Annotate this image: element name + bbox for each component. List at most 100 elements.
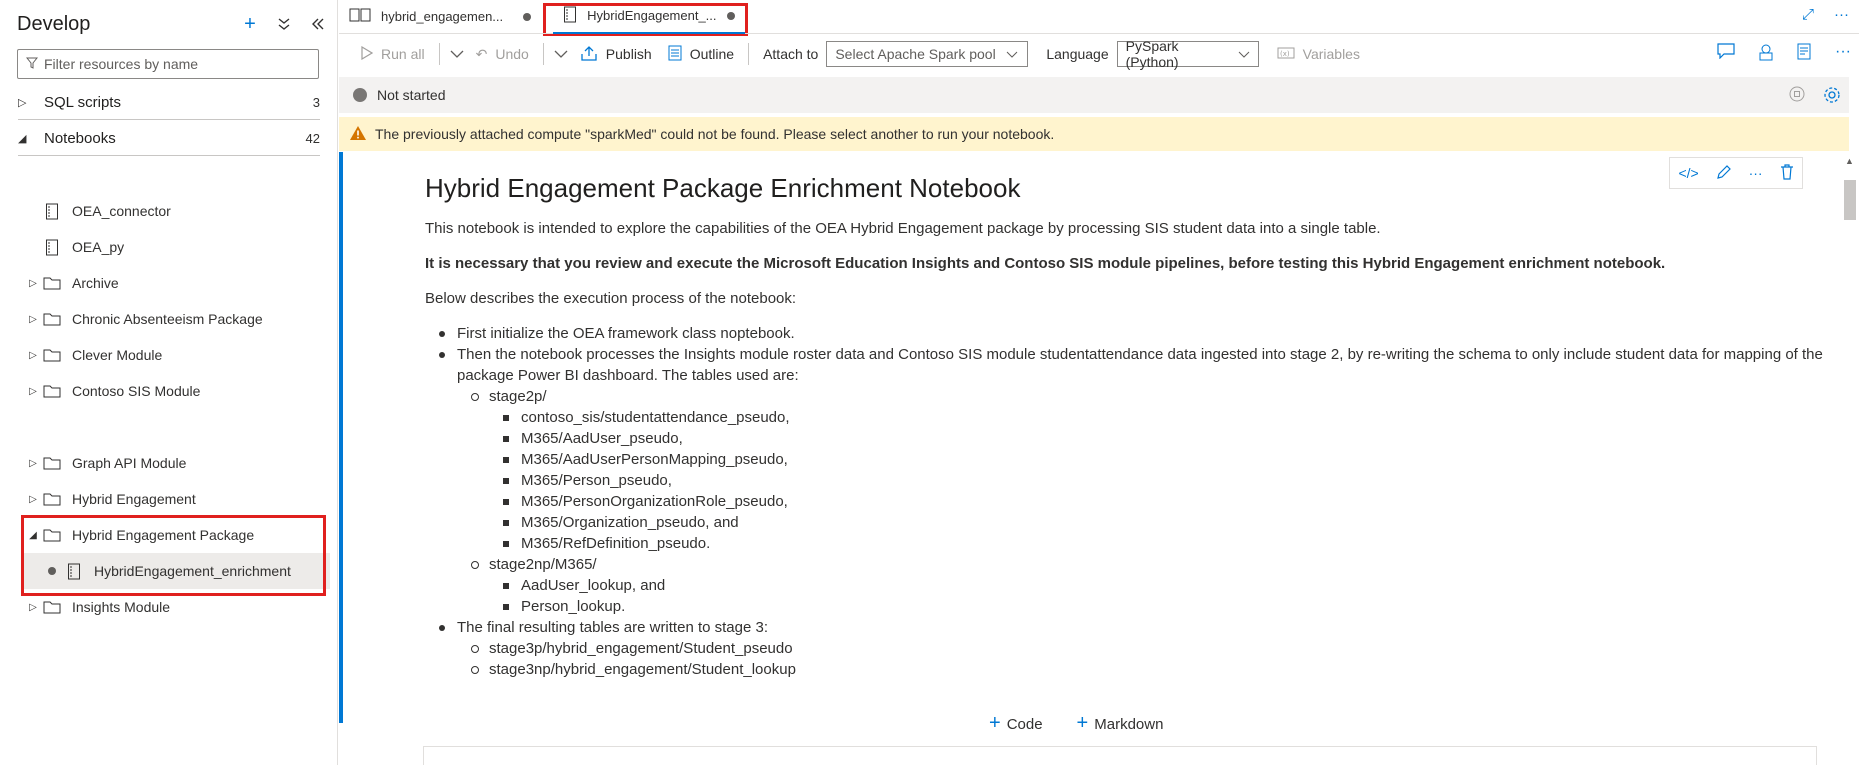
list-item: M365/Organization_pseudo, and [489,512,1825,533]
chevron-down-icon: ◢ [18,133,27,145]
tab-label: hybrid_engagemen... [381,9,504,24]
tab-hybridengagement-enrichment[interactable]: HybridEngagement_... [553,0,745,34]
chevron-down-icon[interactable] [550,46,572,62]
undo-icon: ↶ [475,45,488,62]
tree-item-oea-connector[interactable]: OEA_connector [42,193,171,229]
attach-to-label: Attach to [763,46,819,62]
unsaved-dot-icon [48,567,56,575]
warning-text: The previously attached compute "sparkMe… [375,126,1055,142]
list-item: M365/AadUser_pseudo, [489,428,1825,449]
chevron-down-icon[interactable] [446,46,468,62]
tree-item-label: Insights Module [72,599,171,615]
more-options-icon[interactable]: ··· [1834,6,1849,23]
folder-icon [42,346,62,364]
spark-pool-select[interactable]: Select Apache Spark pool [826,41,1029,67]
step3-text: The final resulting tables are written t… [457,619,769,636]
variables-label: Variables [1302,46,1360,62]
tab-hybrid-engagement[interactable]: hybrid_engagemen... [339,0,541,34]
section-notebooks[interactable]: ◢ Notebooks 42 [18,122,320,156]
copilot-icon[interactable] [1757,43,1775,66]
unsaved-dot-icon [523,12,532,21]
filter-box[interactable] [17,49,319,79]
stop-session-icon[interactable] [1789,86,1805,107]
variables-button[interactable]: (x) Variables [1269,39,1368,69]
list-item: Then the notebook processes the Insights… [425,344,1825,617]
tree-item-graph-api[interactable]: ▷ Graph API Module [24,445,186,481]
add-code-label: Code [1006,716,1043,733]
section-label: SQL scripts [44,94,121,111]
add-resource-icon[interactable]: + [241,13,259,35]
expand-icon[interactable]: ⤢ [1802,6,1814,23]
tree-item-label: Clever Module [72,347,163,363]
tree-item-clever-module[interactable]: ▷ Clever Module [24,337,162,373]
publish-button[interactable]: Publish [572,39,660,69]
gear-icon[interactable] [1823,86,1841,107]
markdown-cell[interactable]: </> ··· Hybrid Engagement Package Enrich… [339,152,1839,723]
session-status-bar: Not started [339,77,1849,113]
section-sql-scripts[interactable]: ▷ SQL scripts 3 [18,86,320,120]
outline-label: Outline [689,46,735,62]
plus-icon: + [989,712,1001,734]
tree-item-contoso-sis[interactable]: ▷ Contoso SIS Module [24,373,200,409]
sidebar-title: Develop [17,12,91,35]
undo-button[interactable]: ↶ Undo [468,39,537,69]
list-item: M365/PersonOrganizationRole_pseudo, [489,491,1825,512]
scrollbar-thumb[interactable] [1844,180,1856,220]
stage2np-text: stage2np/M365/ [489,556,597,573]
notebook-icon [42,202,62,220]
tree-item-archive[interactable]: ▷ Archive [24,265,119,301]
chevron-right-icon: ▷ [29,385,37,397]
develop-sidebar: Develop + ▷ SQL scripts 3 ◢ Notebooks 42 [0,0,338,765]
next-cell[interactable] [423,746,1817,765]
properties-icon[interactable] [1797,43,1813,66]
divider [748,43,750,65]
more-options-icon[interactable]: ··· [1835,43,1851,66]
add-code-cell-button[interactable]: + Code [989,712,1043,735]
hide-sidebar-icon[interactable] [309,15,327,33]
comment-icon[interactable] [1717,43,1735,66]
language-label: Language [1046,46,1109,62]
tree-item-hybridengagement-enrichment[interactable]: HybridEngagement_enrichment [24,553,330,589]
tree-item-label: Graph API Module [72,455,187,471]
tree-item-oea-py[interactable]: OEA_py [42,229,124,265]
tab-label: HybridEngagement_... [587,8,717,23]
tree-item-label: HybridEngagement_enrichment [94,563,291,579]
vertical-scrollbar[interactable]: ▲ [1841,152,1859,765]
chevron-right-icon: ▷ [29,457,37,469]
tree-item-chronic-absenteeism[interactable]: ▷ Chronic Absenteeism Package [24,301,263,337]
notebook-icon [64,562,84,580]
session-status-text: Not started [377,87,446,103]
notebook-icon [563,6,577,26]
outline-button[interactable]: Outline [660,39,742,69]
language-value: PySpark (Python) [1125,38,1179,70]
tree-item-label: Hybrid Engagement Package [72,527,255,543]
list-item: stage3p/hybrid_engagement/Student_pseudo [457,638,1825,659]
collapse-all-icon[interactable] [275,15,293,33]
chevron-right-icon: ▷ [29,601,37,613]
tree-item-label: Contoso SIS Module [72,383,201,399]
tree-item-hybrid-engagement-package[interactable]: ◢ Hybrid Engagement Package [24,517,254,553]
filter-input[interactable] [44,56,304,72]
list-item: contoso_sis/studentattendance_pseudo, [489,407,1825,428]
plus-icon: + [1076,712,1089,734]
notebook-tab-icon [349,8,371,25]
notebook-editor: hybrid_engagemen... HybridEngagement_...… [339,0,1859,765]
scroll-up-icon[interactable]: ▲ [1845,156,1854,166]
tree-item-label: OEA_connector [72,203,171,219]
list-item: The final resulting tables are written t… [425,617,1825,680]
warning-banner: The previously attached compute "sparkMe… [339,117,1849,151]
tree-item-insights-module[interactable]: ▷ Insights Module [24,589,170,625]
add-markdown-cell-button[interactable]: + Markdown [1077,712,1164,735]
language-select[interactable]: PySpark (Python) [1116,38,1259,70]
chevron-right-icon: ▷ [29,277,37,289]
notebook-heading: Hybrid Engagement Package Enrichment Not… [425,173,1021,203]
chevron-right-icon: ▷ [29,349,37,361]
run-all-button[interactable]: Run all [353,39,433,69]
chevron-down-icon: ◢ [29,529,37,541]
tree-item-hybrid-engagement[interactable]: ▷ Hybrid Engagement [24,481,196,517]
list-item: stage2p/ contoso_sis/studentattendance_p… [457,386,1825,554]
tree-item-label: Archive [72,275,119,291]
section-count: 3 [312,95,320,110]
folder-icon [42,274,62,292]
svg-text:(x): (x) [1280,50,1290,58]
